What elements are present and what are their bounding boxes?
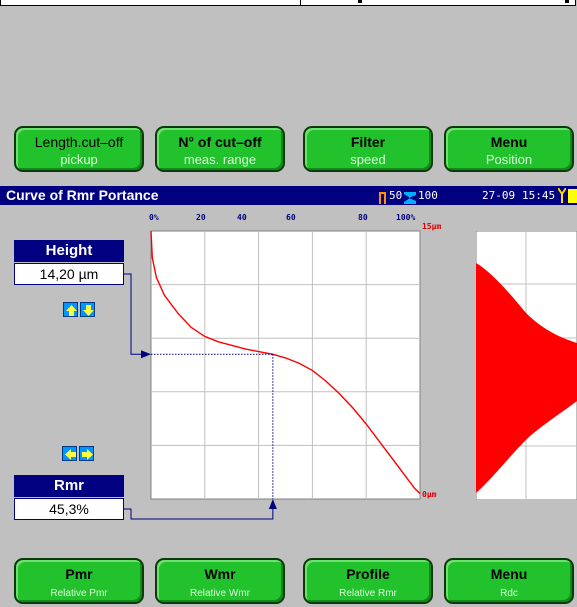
pmr-button[interactable]: Pmr Relative Pmr — [14, 558, 144, 604]
button-sublabel: Relative Rmr — [339, 588, 397, 599]
wmr-button[interactable]: Wmr Relative Wmr — [155, 558, 285, 604]
height-connector-line — [124, 273, 141, 355]
chart-plot-area — [150, 230, 421, 500]
rmr-connector-line — [124, 508, 274, 520]
amplitude-distribution-panel — [476, 231, 577, 500]
height-cursor-arrow — [141, 350, 151, 359]
chart-grid — [150, 230, 421, 500]
button-label: Pmr — [65, 566, 93, 582]
button-label: Wmr — [204, 566, 236, 582]
rmr-cursor-arrow — [268, 499, 277, 509]
button-sublabel: Relative Pmr — [50, 588, 108, 599]
button-label: Menu — [490, 566, 528, 582]
button-label: Profile — [346, 566, 390, 582]
button-sublabel: Relative Wmr — [189, 588, 250, 599]
menu-rdc-button[interactable]: Menu Rdc — [444, 558, 574, 604]
button-sublabel: Rdc — [500, 588, 518, 599]
profile-button[interactable]: Profile Relative Rmr — [303, 558, 433, 604]
